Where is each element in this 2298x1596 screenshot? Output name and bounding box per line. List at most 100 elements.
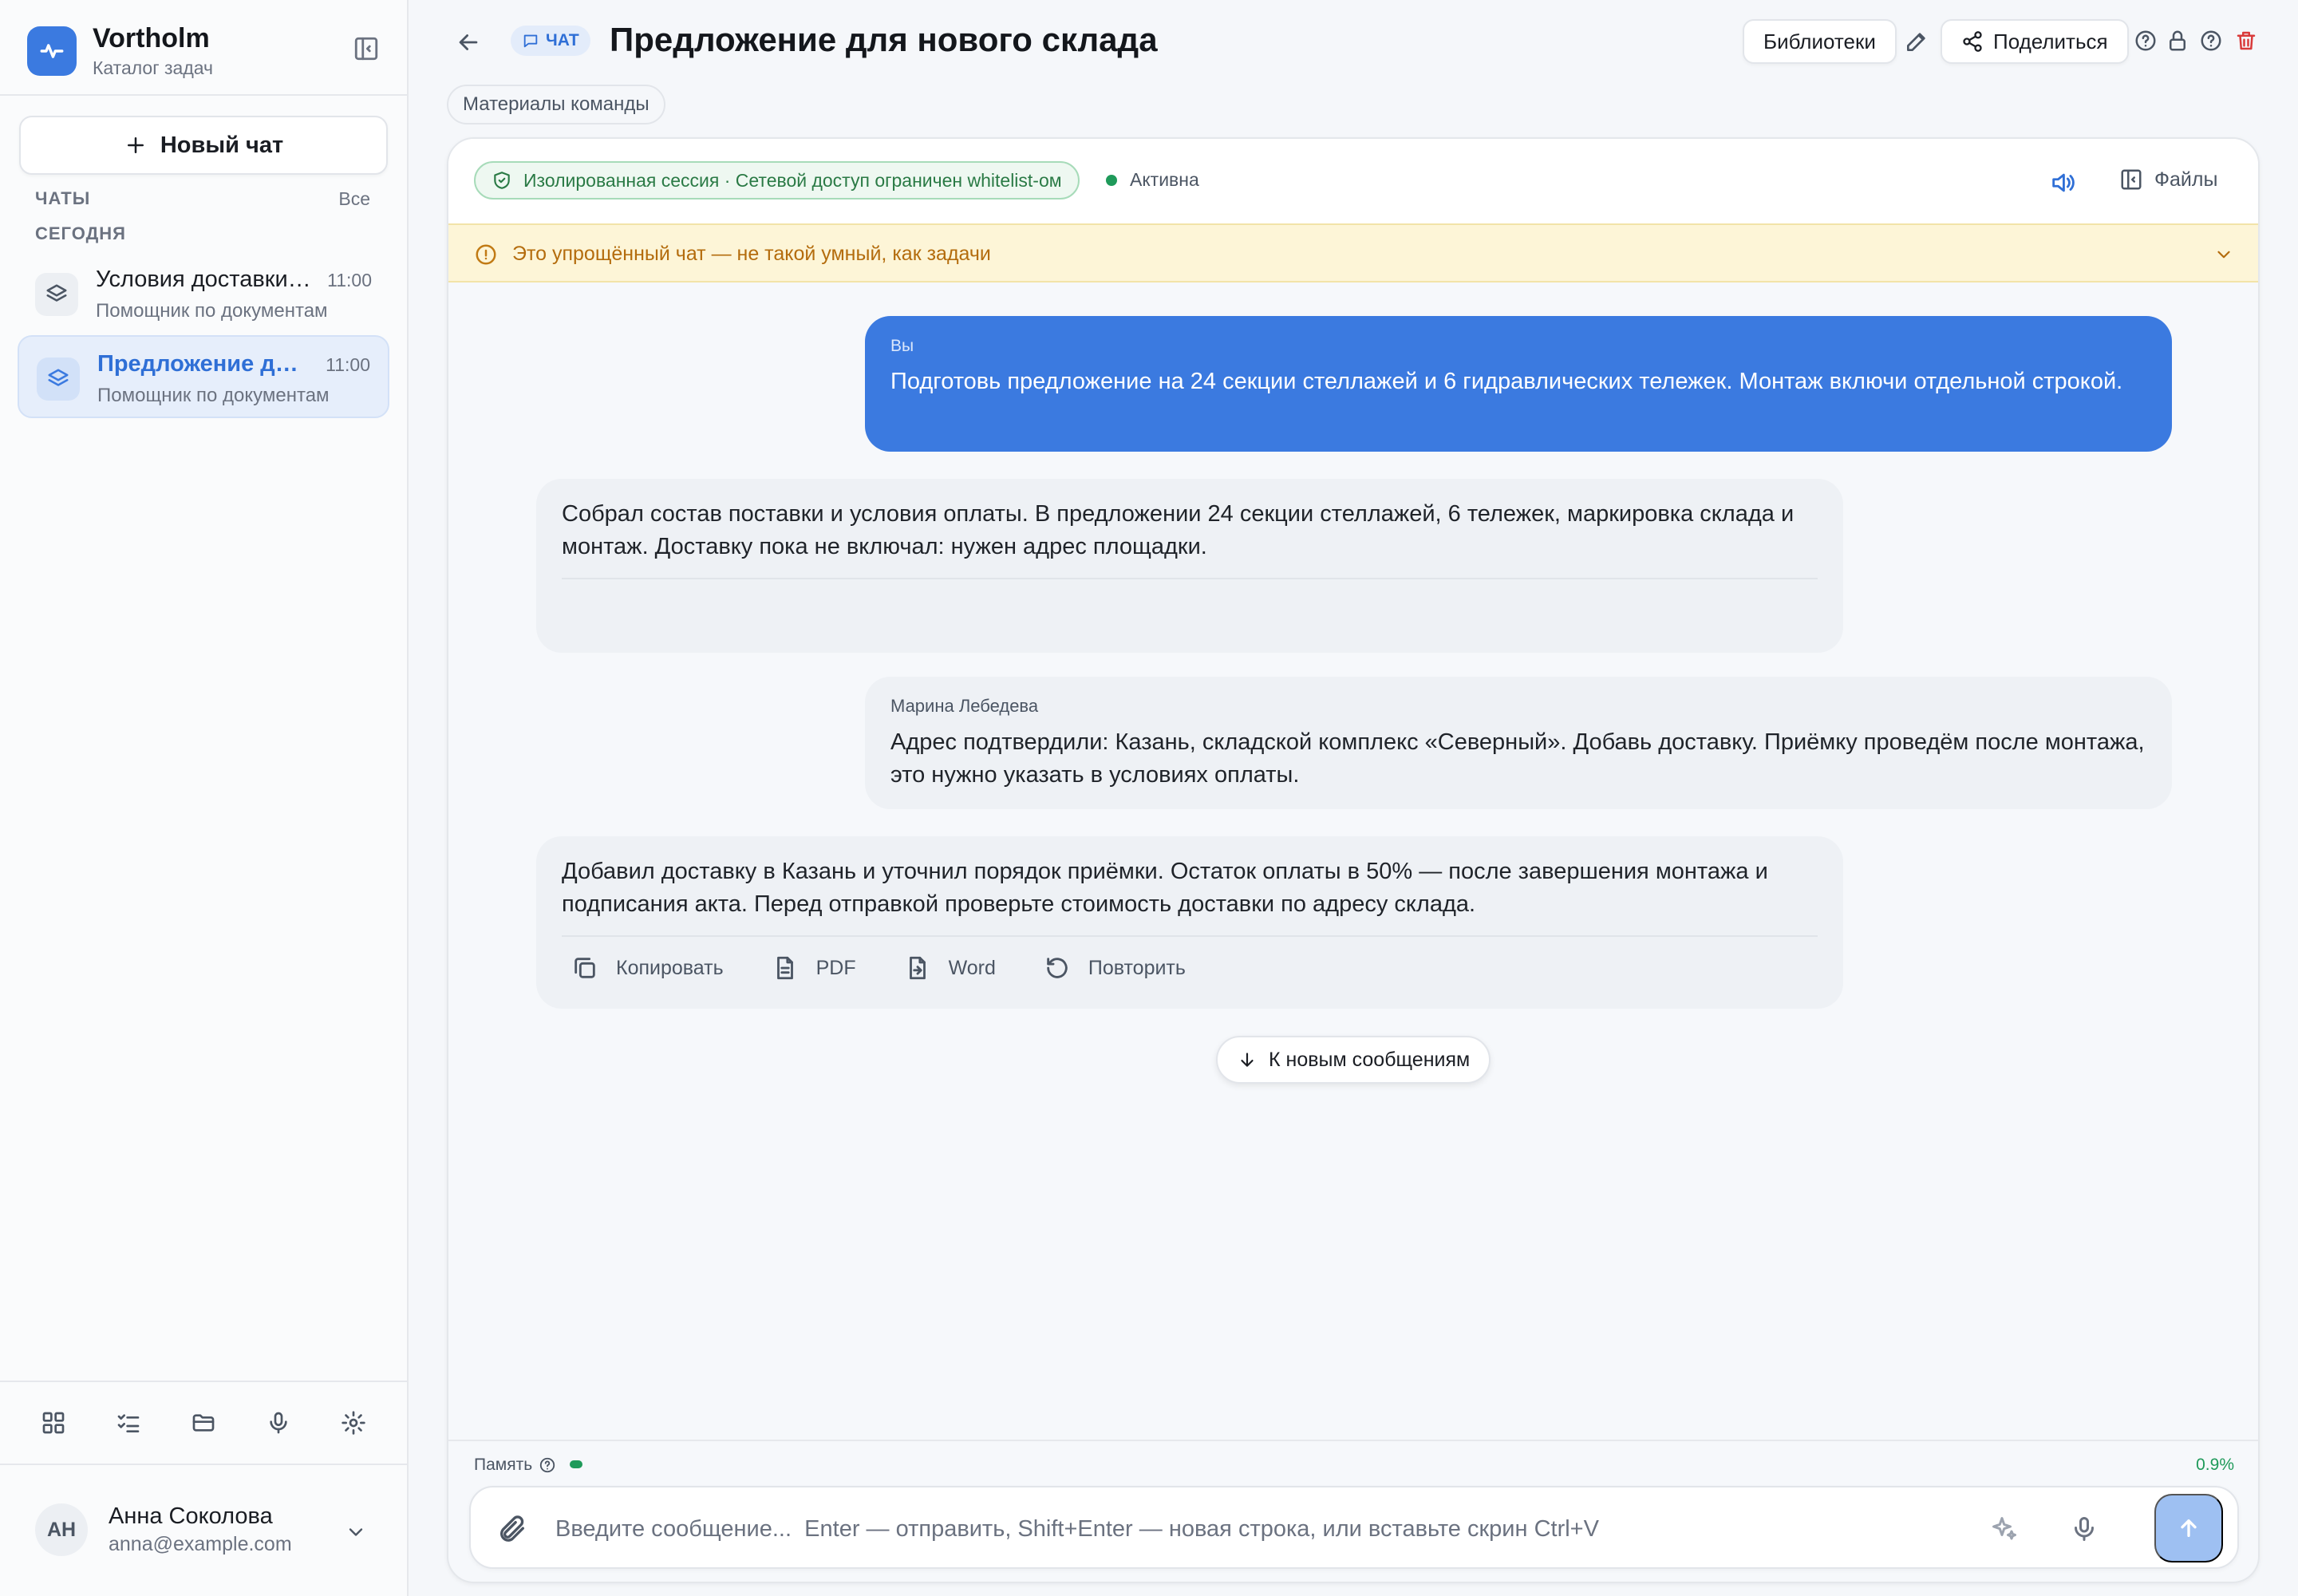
layers-icon bbox=[35, 273, 78, 316]
simplified-chat-warning[interactable]: Это упрощённый чат — не такой умный, как… bbox=[448, 223, 2258, 282]
panel-left-icon bbox=[2121, 169, 2142, 190]
chevron-down-icon[interactable] bbox=[2213, 244, 2234, 265]
chat-bubble-icon bbox=[523, 34, 538, 48]
copy-button[interactable]: Копировать bbox=[562, 954, 724, 982]
copy-label: Копировать bbox=[616, 956, 724, 979]
today-section-label: СЕГОДНЯ bbox=[35, 223, 126, 243]
word-label: Word bbox=[948, 956, 996, 979]
chat-item-time: 11:00 bbox=[326, 354, 370, 375]
new-chat-label: Новый чат bbox=[160, 132, 284, 158]
layers-icon bbox=[37, 358, 80, 401]
retry-label: Повторить bbox=[1088, 956, 1186, 979]
lock-icon[interactable] bbox=[2166, 29, 2191, 54]
member-message: Марина Лебедева Адрес подтвердили: Казан… bbox=[865, 677, 2172, 809]
message-divider bbox=[562, 935, 1818, 937]
plus-icon bbox=[127, 137, 144, 153]
chat-type-badge: ЧАТ bbox=[511, 26, 590, 56]
session-status: Активна bbox=[1106, 169, 1199, 191]
message-text: Добавил доставку в Казань и уточнил поря… bbox=[562, 859, 1768, 917]
assistant-message: Добавил доставку в Казань и уточнил поря… bbox=[536, 836, 1843, 1009]
sidebar-divider bbox=[0, 94, 407, 96]
isolation-badge: Изолированная сессия · Сетевой доступ ог… bbox=[474, 161, 1080, 200]
speaker-icon[interactable] bbox=[2049, 169, 2076, 196]
message-author: Марина Лебедева bbox=[890, 696, 1039, 716]
user-message: Вы Подготовь предложение на 24 секции ст… bbox=[865, 316, 2172, 452]
brand-subtitle: Каталог задач bbox=[93, 57, 214, 78]
composer-divider bbox=[448, 1440, 2258, 1441]
chat-item-title: Условия доставки по договору bbox=[96, 267, 311, 292]
user-email: anna@example.com bbox=[109, 1533, 292, 1555]
libraries-button[interactable]: Библиотеки bbox=[1743, 19, 1897, 64]
help-icon[interactable] bbox=[2134, 29, 2159, 54]
message-text: Собрал состав поставки и условия оплаты.… bbox=[562, 501, 1795, 559]
arrow-up-icon bbox=[2181, 1519, 2197, 1537]
avatar: АН bbox=[35, 1503, 88, 1556]
mic-icon[interactable] bbox=[2070, 1515, 2099, 1543]
paperclip-icon[interactable] bbox=[496, 1513, 528, 1545]
chat-item-subtitle: Помощник по документам bbox=[97, 385, 330, 406]
grid-icon[interactable] bbox=[38, 1407, 69, 1439]
send-button[interactable] bbox=[2154, 1494, 2223, 1562]
brand-title: Vortholm bbox=[93, 23, 210, 53]
memory-usage-bar bbox=[570, 1460, 582, 1468]
warning-text: Это упрощённый чат — не такой умный, как… bbox=[512, 243, 991, 265]
scroll-to-new-label: К новым сообщениям bbox=[1269, 1048, 1471, 1071]
message-text: Подготовь предложение на 24 секции стелл… bbox=[890, 369, 2123, 394]
assistant-message: Собрал состав поставки и условия оплаты.… bbox=[536, 479, 1843, 653]
pencil-icon[interactable] bbox=[1904, 29, 1929, 54]
files-label: Файлы bbox=[2154, 168, 2218, 191]
message-author: Вы bbox=[890, 337, 914, 355]
gear-icon[interactable] bbox=[338, 1407, 369, 1439]
files-button[interactable]: Файлы bbox=[2119, 168, 2217, 192]
memory-label-text: Память bbox=[474, 1456, 533, 1474]
trash-icon[interactable] bbox=[2234, 29, 2260, 54]
help-icon[interactable] bbox=[539, 1456, 556, 1474]
chat-item-time: 11:00 bbox=[327, 270, 372, 290]
user-name: Анна Соколова bbox=[109, 1503, 273, 1529]
sidebar-chat-item[interactable]: Условия доставки по договору 11:00 Помощ… bbox=[18, 252, 389, 335]
chat-badge-label: ЧАТ bbox=[546, 31, 579, 49]
share-button[interactable]: Поделиться bbox=[1941, 19, 2129, 64]
folder-icon[interactable] bbox=[188, 1407, 219, 1439]
message-actions: Копировать PDF Word Повторить bbox=[562, 954, 1818, 982]
file-text-icon bbox=[776, 956, 793, 980]
chats-section-label: ЧАТЫ bbox=[35, 188, 91, 208]
pdf-label: PDF bbox=[815, 956, 856, 979]
sidebar: Vortholm Каталог задач Новый чат ЧАТЫ Вс… bbox=[0, 0, 409, 1596]
back-arrow-icon[interactable] bbox=[455, 29, 482, 56]
pdf-button[interactable]: PDF bbox=[759, 954, 856, 982]
sidebar-divider bbox=[0, 1381, 407, 1382]
isolation-text: Изолированная сессия · Сетевой доступ ог… bbox=[523, 169, 1062, 191]
share-label: Поделиться bbox=[1993, 29, 2108, 53]
all-chats-link[interactable]: Все bbox=[338, 188, 370, 210]
message-text: Адрес подтвердили: Казань, складской ком… bbox=[890, 729, 2145, 788]
arrow-down-icon bbox=[1241, 1053, 1254, 1067]
message-input[interactable] bbox=[555, 1505, 1992, 1553]
retry-button[interactable]: Повторить bbox=[1031, 954, 1186, 982]
help-icon[interactable] bbox=[2199, 29, 2225, 54]
user-profile[interactable]: АН Анна Соколова anna@example.com bbox=[35, 1503, 292, 1556]
word-button[interactable]: Word bbox=[891, 954, 996, 982]
pulse-logo-icon bbox=[27, 26, 77, 76]
checklist-icon[interactable] bbox=[113, 1407, 144, 1439]
chat-item-subtitle: Помощник по документам bbox=[96, 300, 328, 322]
team-materials-chip[interactable]: Материалы команды bbox=[447, 85, 665, 124]
chat-item-title: Предложение для нового склада bbox=[97, 351, 313, 377]
sparkles-icon[interactable] bbox=[1990, 1515, 2019, 1543]
refresh-icon bbox=[1047, 958, 1068, 978]
mic-icon[interactable] bbox=[263, 1407, 294, 1439]
memory-percent: 0.9% bbox=[2196, 1456, 2234, 1474]
sidebar-chat-item-active[interactable]: Предложение для нового склада 11:00 Помо… bbox=[18, 335, 389, 418]
chat-panel: Изолированная сессия · Сетевой доступ ог… bbox=[447, 137, 2260, 1583]
status-text: Активна bbox=[1130, 169, 1199, 190]
status-dot-icon bbox=[1106, 174, 1117, 186]
scroll-to-new-button[interactable]: К новым сообщениям bbox=[1216, 1036, 1491, 1084]
chevron-down-icon[interactable] bbox=[345, 1521, 367, 1543]
info-icon bbox=[474, 243, 498, 267]
page-title: Предложение для нового склада bbox=[610, 21, 1158, 58]
collapse-sidebar-icon[interactable] bbox=[353, 35, 380, 62]
copy-icon bbox=[574, 958, 595, 978]
sidebar-toolbar bbox=[0, 1396, 407, 1449]
share-icon bbox=[1963, 31, 1982, 52]
new-chat-button[interactable]: Новый чат bbox=[19, 116, 388, 175]
